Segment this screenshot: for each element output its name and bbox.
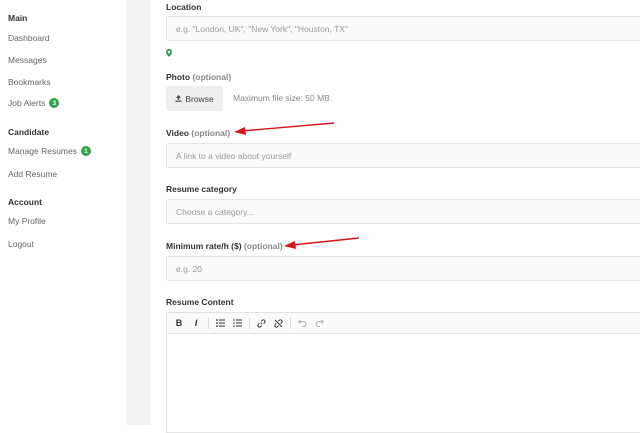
video-label: Video (optional) — [166, 128, 230, 138]
toolbar-divider — [290, 317, 291, 329]
annotation-arrow — [284, 237, 360, 249]
toolbar-divider — [208, 317, 209, 329]
sidebar-item-label: Manage Resumes — [8, 146, 77, 156]
optional-tag: (optional) — [243, 241, 283, 251]
sidebar-item-label: Logout — [8, 239, 34, 249]
sidebar-item-messages[interactable]: Messages — [8, 55, 47, 65]
italic-button[interactable]: I — [188, 315, 204, 331]
file-size-hint: Maximum file size: 50 MB. — [233, 93, 333, 103]
rate-label-text: Minimum rate/h ($) — [166, 241, 242, 251]
sidebar-item-bookmarks[interactable]: Bookmarks — [8, 77, 51, 87]
browse-button[interactable]: Browse — [166, 86, 223, 111]
section-title-candidate: Candidate — [8, 127, 50, 137]
optional-tag: (optional) — [191, 128, 231, 138]
sidebar-item-manage-resumes[interactable]: Manage Resumes 1 — [8, 146, 91, 156]
location-placeholder: e.g. "London, UK", "New York", "Houston,… — [176, 23, 348, 34]
sidebar-item-label: Job Alerts — [8, 98, 46, 108]
toolbar-divider — [249, 317, 250, 329]
location-label: Location — [166, 2, 202, 12]
resume-content-editor[interactable] — [166, 333, 640, 433]
bullet-list-icon[interactable] — [212, 315, 228, 331]
video-input[interactable]: A link to a video about yourself — [166, 143, 640, 168]
sidebar-item-label: My Profile — [8, 216, 46, 226]
sidebar-item-job-alerts[interactable]: Job Alerts 3 — [8, 98, 60, 108]
redo-icon[interactable] — [311, 315, 327, 331]
content-label: Resume Content — [166, 297, 234, 307]
video-placeholder: A link to a video about yourself — [176, 150, 292, 161]
rate-input[interactable]: e.g. 20 — [166, 256, 640, 281]
optional-tag: (optional) — [192, 72, 232, 82]
sidebar-item-label: Messages — [8, 55, 47, 65]
map-pin-icon — [166, 44, 172, 62]
sidebar-item-label: Dashboard — [8, 33, 50, 43]
category-placeholder: Choose a category... — [176, 206, 254, 217]
sidebar-gutter — [126, 0, 150, 425]
rate-label: Minimum rate/h ($) (optional) — [166, 241, 283, 251]
sidebar-item-add-resume[interactable]: Add Resume — [8, 169, 57, 179]
section-title-main: Main — [8, 13, 28, 23]
link-icon[interactable] — [253, 315, 269, 331]
category-select[interactable]: Choose a category... — [166, 199, 640, 224]
section-title-account: Account — [8, 197, 42, 207]
photo-label: Photo (optional) — [166, 72, 231, 82]
sidebar-item-dashboard[interactable]: Dashboard — [8, 33, 50, 43]
sidebar-item-my-profile[interactable]: My Profile — [8, 216, 46, 226]
numbered-list-icon[interactable] — [229, 315, 245, 331]
rate-placeholder: e.g. 20 — [176, 263, 202, 274]
browse-label: Browse — [185, 93, 214, 104]
location-input[interactable]: e.g. "London, UK", "New York", "Houston,… — [166, 16, 640, 41]
count-badge: 1 — [80, 146, 91, 156]
sidebar-item-label: Bookmarks — [8, 77, 51, 87]
sidebar-item-label: Add Resume — [8, 169, 58, 179]
upload-icon — [175, 94, 182, 104]
count-badge: 3 — [49, 98, 60, 108]
photo-label-text: Photo — [166, 72, 191, 82]
sidebar-item-logout[interactable]: Logout — [8, 239, 34, 249]
category-label: Resume category — [166, 184, 237, 194]
video-label-text: Video — [166, 128, 189, 138]
bold-button[interactable]: B — [171, 315, 187, 331]
unlink-icon[interactable] — [270, 315, 286, 331]
undo-icon[interactable] — [294, 315, 310, 331]
editor-toolbar: B I — [166, 312, 640, 334]
annotation-arrow — [234, 122, 335, 135]
sidebar: Main Dashboard Messages Bookmarks Job Al… — [0, 0, 126, 425]
